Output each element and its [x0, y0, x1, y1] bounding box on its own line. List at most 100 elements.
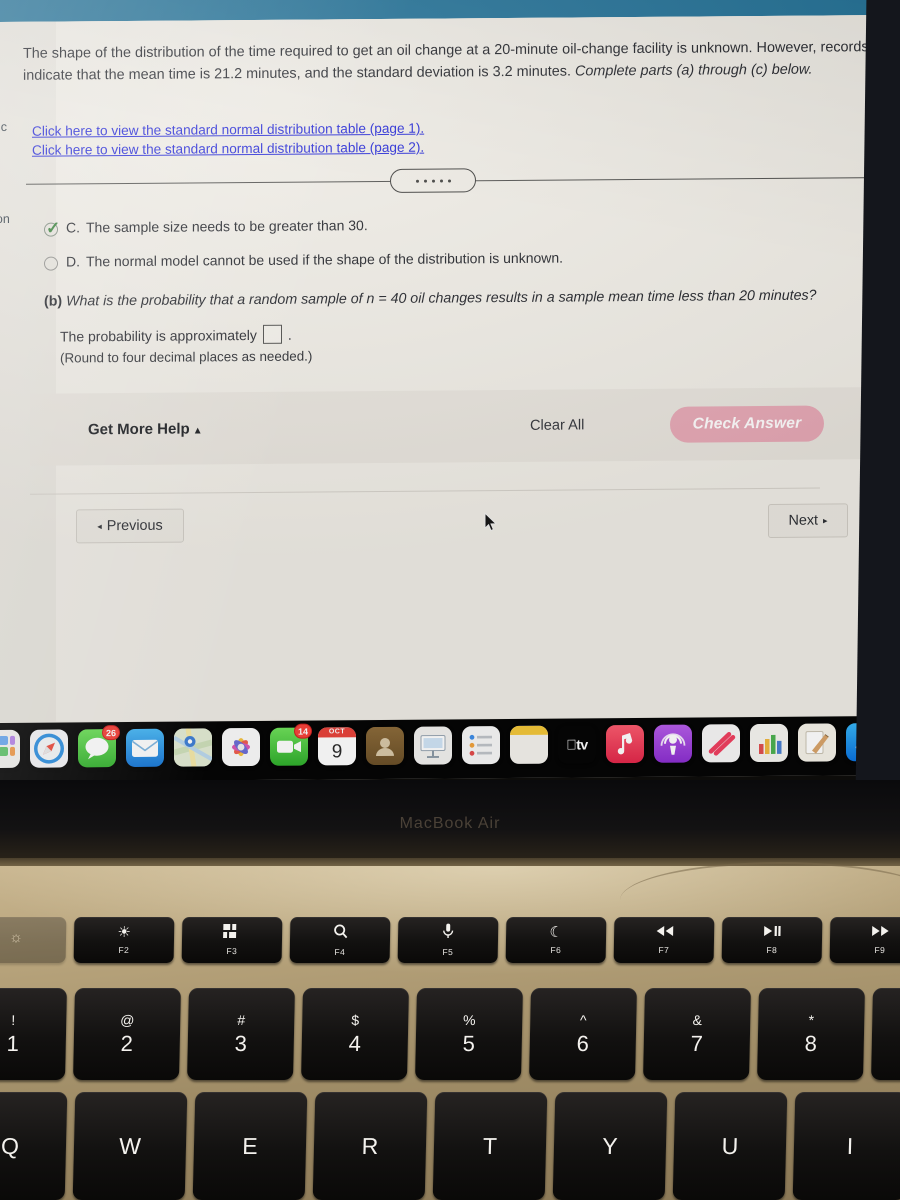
- question-stem-italic: Complete parts (a) through (c) below.: [574, 61, 813, 79]
- mission-control-icon: [222, 924, 241, 941]
- key-2-shift: @: [120, 1012, 135, 1028]
- key-y[interactable]: Y: [552, 1092, 668, 1200]
- do-not-disturb-key[interactable]: ☾ F6: [505, 917, 607, 963]
- normal-table-page2-link[interactable]: Click here to view the standard normal d…: [32, 140, 424, 158]
- radio-button-c[interactable]: ✓: [44, 219, 60, 238]
- key-5[interactable]: % 5: [415, 988, 523, 1080]
- ellipsis-dot-icon: [423, 179, 427, 183]
- maps-icon[interactable]: [174, 728, 212, 767]
- pages-icon[interactable]: [798, 723, 836, 762]
- mail-icon[interactable]: [126, 728, 164, 768]
- answer-prefix: The probability is approximately: [60, 326, 257, 345]
- letter-key-row[interactable]: Q W E R T Y U I: [0, 1092, 900, 1200]
- key-8[interactable]: * 8: [757, 988, 865, 1080]
- play-pause-key[interactable]: F8: [721, 917, 823, 963]
- rewind-key[interactable]: F7: [613, 917, 715, 963]
- photos-icon[interactable]: [222, 727, 260, 767]
- brightness-up-key[interactable]: ☀ F2: [73, 917, 175, 963]
- numbers-icon[interactable]: [750, 723, 788, 763]
- answer-line: The probability is approximately .: [60, 324, 292, 346]
- key-w-label: W: [118, 1132, 142, 1159]
- key-3[interactable]: #3: [187, 988, 295, 1080]
- mission-control-key[interactable]: F3: [181, 917, 283, 963]
- clear-all-button[interactable]: Clear All: [530, 417, 584, 433]
- key-e[interactable]: E: [192, 1092, 308, 1200]
- calendar-icon[interactable]: OCT 9: [318, 727, 356, 766]
- news-icon[interactable]: [702, 724, 740, 763]
- key-7-base: 7: [690, 1031, 704, 1056]
- key-i-label: I: [846, 1132, 854, 1159]
- key-2[interactable]: @2: [73, 988, 181, 1080]
- brightness-down-key[interactable]: ☼: [0, 917, 67, 963]
- messages-icon[interactable]: 26: [78, 725, 120, 768]
- probability-answer-input[interactable]: [262, 324, 282, 344]
- normal-table-page1-link[interactable]: Click here to view the standard normal d…: [32, 121, 424, 139]
- launchpad-icon[interactable]: [0, 729, 20, 769]
- webpage-body: n oster o-Matic aluation The shape of th…: [0, 15, 884, 722]
- rewind-icon: [655, 925, 674, 940]
- music-icon[interactable]: [606, 724, 644, 764]
- mouse-cursor-icon: [484, 512, 498, 532]
- get-more-help-button[interactable]: Get More Help ▲: [88, 420, 203, 438]
- choice-c-letter: C.: [66, 219, 80, 236]
- ellipsis-dot-icon: [415, 179, 419, 183]
- key-7[interactable]: & 7: [643, 988, 751, 1080]
- key-t[interactable]: T: [432, 1092, 548, 1200]
- appletv-icon[interactable]: tv: [558, 725, 596, 764]
- notes-icon[interactable]: [510, 725, 548, 764]
- search-icon: [332, 924, 347, 942]
- f3-label: F3: [226, 946, 238, 956]
- key-i[interactable]: I: [792, 1092, 900, 1200]
- key-1[interactable]: ! 1: [0, 988, 67, 1080]
- radio-button-d[interactable]: [44, 256, 58, 271]
- keynote-icon[interactable]: [414, 726, 452, 765]
- key-q-label: Q: [0, 1132, 20, 1159]
- safari-icon[interactable]: [30, 729, 68, 768]
- expand-collapse-toggle[interactable]: [390, 168, 476, 193]
- messages-badge: 26: [101, 725, 120, 741]
- number-key-row[interactable]: !1 @2 #3 $4 %5 ^6 &7 *8 (9: [0, 988, 900, 1080]
- brightness-up-icon: ☀: [117, 924, 131, 941]
- macbook-air-label: MacBook Air: [399, 815, 501, 832]
- key-t-label: T: [482, 1132, 498, 1159]
- key-2-base: 2: [120, 1031, 134, 1056]
- choice-d-label: D. The normal model cannot be used if the…: [66, 250, 563, 270]
- choice-option-c[interactable]: ✓ C. The sample size needs to be greater …: [44, 217, 368, 238]
- ellipsis-dot-icon: [447, 178, 451, 182]
- facetime-icon[interactable]: 14: [270, 723, 312, 766]
- next-label: Next: [788, 512, 819, 529]
- sidebar-item-2[interactable]: o-Matic: [0, 120, 7, 134]
- reminders-icon[interactable]: [462, 726, 500, 765]
- key-4[interactable]: $4: [301, 988, 409, 1080]
- fast-forward-icon: [871, 925, 890, 940]
- spotlight-key[interactable]: F4: [289, 917, 391, 963]
- previous-button[interactable]: ◂ Previous: [76, 508, 184, 544]
- exercise-content: The shape of the distribution of the tim…: [23, 15, 884, 722]
- fast-forward-key[interactable]: F9: [829, 917, 900, 963]
- question-part-b: (b) What is the probability that a rando…: [44, 285, 884, 313]
- macos-dock[interactable]: 26 14 OCT 9 tv: [0, 715, 884, 782]
- key-r[interactable]: R: [312, 1092, 428, 1200]
- question-stem: The shape of the distribution of the tim…: [23, 37, 883, 87]
- podcasts-icon[interactable]: [654, 724, 692, 763]
- key-w[interactable]: W: [72, 1092, 188, 1200]
- contacts-icon[interactable]: [366, 726, 404, 766]
- ellipsis-dot-icon: [431, 179, 435, 183]
- check-answer-button[interactable]: Check Answer: [670, 405, 824, 443]
- calendar-month: OCT: [318, 727, 356, 738]
- function-key-row[interactable]: ☼ ☀ F2 F3 F4 F5 ☾ F6 F7 F8 F9: [0, 917, 900, 963]
- key-8-base: 8: [804, 1031, 818, 1056]
- dictation-key[interactable]: F5: [397, 917, 499, 963]
- key-9[interactable]: (9: [871, 988, 900, 1080]
- key-u[interactable]: U: [672, 1092, 788, 1200]
- key-1-shift: !: [11, 1012, 16, 1028]
- exercise-toolbar: Get More Help ▲ Clear All Check Answer: [30, 387, 876, 466]
- key-q[interactable]: Q: [0, 1092, 68, 1200]
- next-button[interactable]: Next ▸: [768, 503, 848, 538]
- choice-option-d[interactable]: D. The normal model cannot be used if the…: [44, 250, 563, 271]
- key-3-shift: #: [237, 1012, 246, 1028]
- section-divider: [26, 165, 878, 196]
- key-6[interactable]: ^ 6: [529, 988, 637, 1080]
- sidebar-item-3[interactable]: aluation: [0, 212, 10, 226]
- choice-c-text: The sample size needs to be greater than…: [86, 217, 368, 236]
